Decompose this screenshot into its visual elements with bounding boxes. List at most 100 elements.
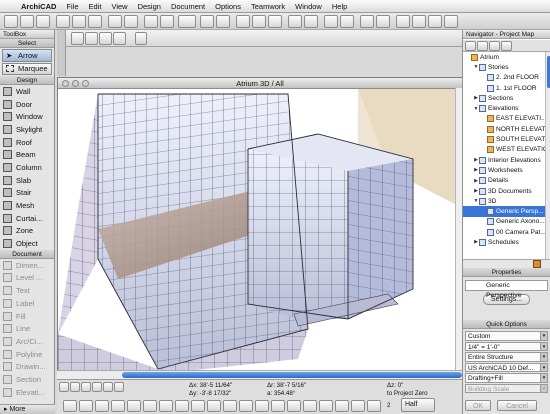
- settings-button[interactable]: Settings...: [483, 294, 530, 305]
- show-3d-icon[interactable]: [360, 15, 374, 28]
- floor-plan-icon[interactable]: [396, 15, 410, 28]
- layers-icon[interactable]: [144, 15, 158, 28]
- render-icon[interactable]: [376, 15, 390, 28]
- fit-in-window-icon[interactable]: [81, 382, 91, 392]
- grid-snap-icon[interactable]: [216, 15, 230, 28]
- tree-item[interactable]: Generic Persp...: [463, 206, 545, 217]
- chevron-down-icon[interactable]: ▾: [540, 353, 547, 361]
- resize-icon[interactable]: [287, 400, 301, 412]
- tree-item[interactable]: Generic Axono...: [463, 217, 545, 227]
- quick-option-us-archicad-10-def[interactable]: US ArchiCAD 10 Def... ▾: [465, 362, 548, 372]
- tool-polyline[interactable]: Polyline: [0, 348, 54, 361]
- publisher-tab-icon[interactable]: [501, 41, 512, 51]
- arrow-tool[interactable]: ➤ Arrow: [2, 49, 52, 62]
- open-file-icon[interactable]: [20, 15, 34, 28]
- quick-option-building-scale[interactable]: Building Scale ▾: [465, 383, 548, 393]
- navigator-settings-icon[interactable]: [533, 260, 541, 268]
- tool-column[interactable]: Column: [0, 161, 54, 174]
- 3d-viewport[interactable]: [58, 89, 462, 372]
- chevron-down-icon[interactable]: ▾: [540, 384, 547, 393]
- quick-option-entire-structure[interactable]: Entire Structure ▾: [465, 352, 548, 362]
- pointer-icon[interactable]: [135, 32, 147, 45]
- tool-zone[interactable]: Zone: [0, 225, 54, 238]
- pen-set-icon[interactable]: [160, 15, 174, 28]
- tree-item[interactable]: SOUTH ELEVATI...: [463, 134, 545, 144]
- tool-elevati[interactable]: Elevati...: [0, 386, 54, 399]
- tree-item[interactable]: 1. 1st FLOOR: [463, 83, 545, 93]
- intersect-icon[interactable]: [335, 400, 349, 412]
- close-window-icon[interactable]: [62, 80, 69, 87]
- ok-button[interactable]: OK: [465, 400, 491, 411]
- tree-item[interactable]: ▶ 3D Documents: [463, 186, 545, 196]
- drag-icon[interactable]: [255, 400, 269, 412]
- menu-teamwork[interactable]: Teamwork: [251, 2, 285, 11]
- tool-mesh[interactable]: Mesh: [0, 199, 54, 212]
- tree-item[interactable]: ▶ Worksheets: [463, 165, 545, 175]
- adjust-icon[interactable]: [319, 400, 333, 412]
- menu-design[interactable]: Design: [138, 2, 161, 11]
- split-icon[interactable]: [303, 400, 317, 412]
- special-snap-icon[interactable]: [159, 400, 173, 412]
- quick-option-1-4-1-0[interactable]: 1/4" = 1'-0" ▾: [465, 341, 548, 351]
- tool-line[interactable]: Line: [0, 322, 54, 335]
- chevron-down-icon[interactable]: ▾: [540, 363, 547, 372]
- quick-option-custom[interactable]: Custom ▾: [465, 331, 548, 341]
- tool-stair[interactable]: Stair: [0, 187, 54, 200]
- tool-level[interactable]: Level ...: [0, 272, 54, 285]
- tool-roof[interactable]: Roof: [0, 136, 54, 149]
- tree-item[interactable]: ▶ Interior Elevations: [463, 155, 545, 165]
- cut-icon[interactable]: [56, 15, 70, 28]
- rectangle-select-icon[interactable]: [85, 32, 98, 45]
- tool-arc-ci[interactable]: Arc/Ci...: [0, 335, 54, 348]
- tool-drawin[interactable]: Drawin...: [0, 360, 54, 373]
- tree-item[interactable]: ▶ Details: [463, 176, 545, 186]
- marquee-tool[interactable]: Marquee: [2, 62, 52, 75]
- redo-icon[interactable]: [124, 15, 138, 28]
- tool-window[interactable]: Window: [0, 110, 54, 123]
- tree-item[interactable]: ▶ Sections: [463, 93, 545, 103]
- pointer-tool-icon[interactable]: [63, 400, 77, 412]
- more-tools-toggle[interactable]: ▸ More: [0, 404, 55, 414]
- trace-icon[interactable]: [236, 15, 250, 28]
- tree-item[interactable]: EAST ELEVATI...: [463, 114, 545, 124]
- rotated-select-icon[interactable]: [99, 32, 112, 45]
- tool-section[interactable]: Section: [0, 373, 54, 386]
- info-box-tab[interactable]: [57, 30, 66, 76]
- magic-wand-icon[interactable]: [178, 15, 196, 28]
- tool-wall[interactable]: Wall: [0, 85, 54, 98]
- menu-document[interactable]: Document: [171, 2, 205, 11]
- navigator-icon[interactable]: [444, 15, 458, 28]
- chevron-down-icon[interactable]: ▾: [540, 342, 547, 351]
- align-icon[interactable]: [252, 15, 266, 28]
- copy-icon[interactable]: [72, 15, 86, 28]
- tool-dimen[interactable]: Dimen...: [0, 259, 54, 272]
- pan-icon[interactable]: [103, 382, 113, 392]
- explore-icon[interactable]: [114, 382, 124, 392]
- window-title-bar[interactable]: Atrium 3D / All: [58, 78, 462, 89]
- tool-fill[interactable]: Fill: [0, 310, 54, 323]
- perpendicular-icon[interactable]: [111, 400, 125, 412]
- cancel-button[interactable]: Cancel: [497, 400, 537, 411]
- menu-edit[interactable]: Edit: [89, 2, 102, 11]
- menu-file[interactable]: File: [66, 2, 78, 11]
- navigator-scrollbar[interactable]: [545, 52, 550, 259]
- explode-icon[interactable]: [367, 400, 381, 412]
- tree-item[interactable]: WEST ELEVATIO...: [463, 145, 545, 155]
- elevation-marker-icon[interactable]: [191, 400, 205, 412]
- pan-hand-icon[interactable]: [113, 32, 126, 45]
- tree-item[interactable]: 00 Camera Pat...: [463, 227, 545, 237]
- snap-grid-icon[interactable]: [175, 400, 189, 412]
- properties-name-field[interactable]: Generic Perspective: [465, 280, 548, 299]
- tool-label[interactable]: Label: [0, 297, 54, 310]
- tree-item[interactable]: NORTH ELEVATI...: [463, 124, 545, 134]
- ungroup-icon[interactable]: [304, 15, 318, 28]
- bisector-icon[interactable]: [127, 400, 141, 412]
- scale-dropdown[interactable]: Half: [401, 398, 435, 412]
- tree-item[interactable]: 2. 2nd FLOOR: [463, 73, 545, 83]
- line-constraint-icon[interactable]: [79, 400, 93, 412]
- layout-book-tab-icon[interactable]: [489, 41, 500, 51]
- tool-beam[interactable]: Beam: [0, 148, 54, 161]
- chevron-down-icon[interactable]: ▾: [540, 374, 547, 382]
- quick-option-drafting-fill[interactable]: Drafting+Fill ▾: [465, 373, 548, 383]
- selection-method-icon[interactable]: [71, 32, 84, 45]
